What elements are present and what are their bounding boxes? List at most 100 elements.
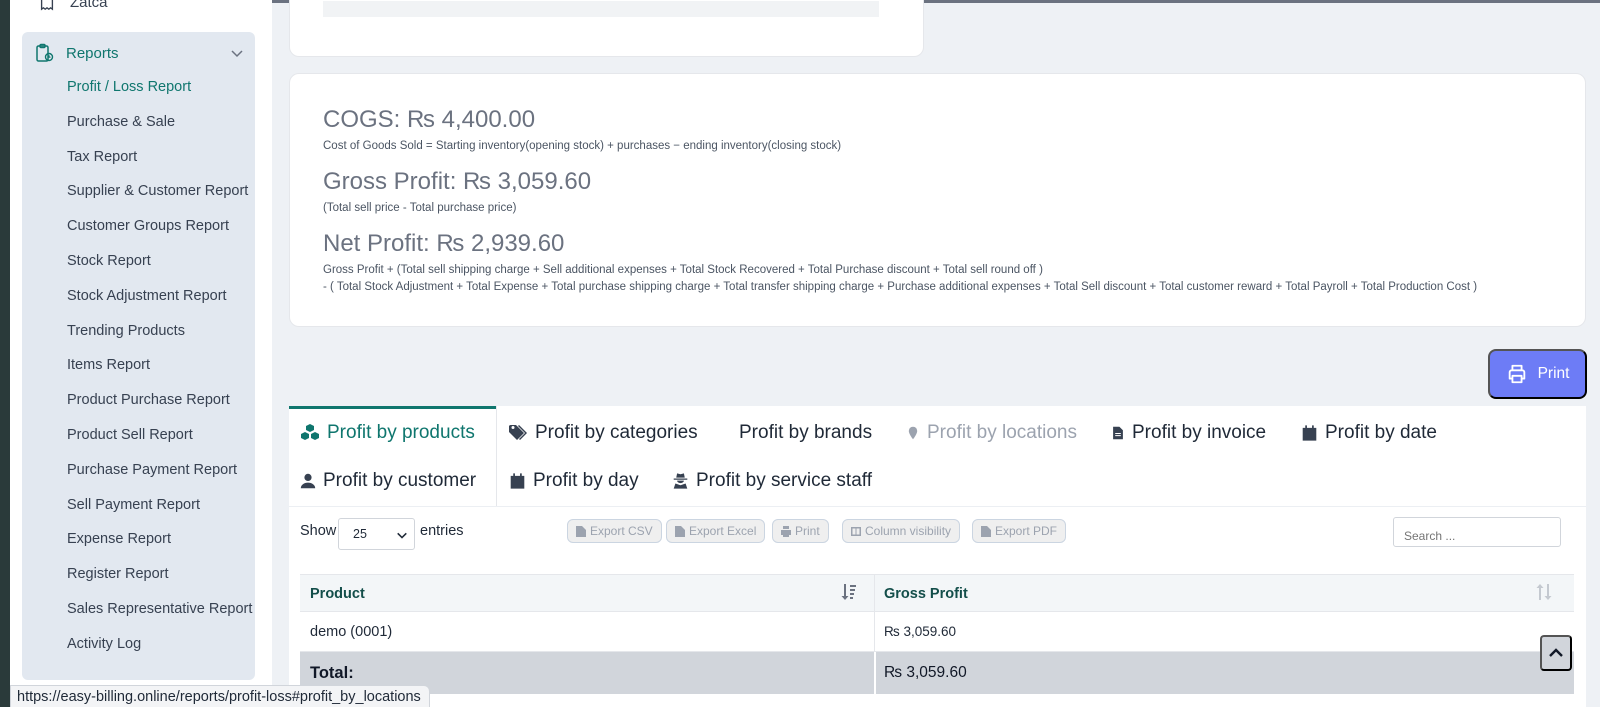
net-profit-formula-line1: Gross Profit + (Total sell shipping char… <box>323 264 1043 276</box>
sidebar-item-items-report[interactable]: Items Report <box>67 357 150 373</box>
gross-profit-formula: (Total sell price - Total purchase price… <box>323 202 517 214</box>
sort-icon[interactable] <box>1536 583 1552 601</box>
printer-icon <box>781 525 791 537</box>
column-visibility-button[interactable]: Column visibility <box>842 519 961 543</box>
page-size-value: 25 <box>353 527 367 541</box>
table-header-row: Product Gross Profit <box>300 574 1574 613</box>
tab-profit-by-service-staff[interactable]: Profit by service staff <box>672 470 872 492</box>
cogs-formula: Cost of Goods Sold = Starting inventory(… <box>323 140 842 152</box>
sort-amount-down-icon[interactable] <box>841 583 857 601</box>
sidebar-item-sales-representative-report[interactable]: Sales Representative Report <box>67 601 252 617</box>
search-input[interactable] <box>1393 517 1561 547</box>
previous-card <box>289 0 924 57</box>
sidebar-item-trending-products[interactable]: Trending Products <box>67 323 185 339</box>
column-header-gross-profit[interactable]: Gross Profit <box>884 586 968 602</box>
sidebar-item-product-sell-report[interactable]: Product Sell Report <box>67 427 193 443</box>
total-value: ₨ 3,059.60 <box>884 664 967 681</box>
sidebar-item-tax-report[interactable]: Tax Report <box>67 149 137 165</box>
tab-label: Profit by brands <box>739 422 873 443</box>
tab-profit-by-day[interactable]: Profit by day <box>509 470 639 492</box>
tab-profit-by-invoice[interactable]: Profit by invoice <box>1111 422 1266 444</box>
reports-group: Reports Profit / Loss Report Purchase & … <box>22 32 255 680</box>
sidebar-item-sell-payment-report[interactable]: Sell Payment Report <box>67 497 200 513</box>
file-invoice-icon <box>1113 426 1123 440</box>
sidebar-item-zatca[interactable]: Zatca <box>38 0 108 11</box>
calendar-icon <box>510 473 525 489</box>
gross-profit-value: Gross Profit: ₨ 3,059.60 <box>323 168 592 195</box>
file-pdf-icon <box>981 525 991 537</box>
reports-toggle[interactable]: Reports <box>34 41 244 65</box>
column-header-product[interactable]: Product <box>310 586 365 602</box>
tab-profit-by-date[interactable]: Profit by date <box>1301 422 1437 444</box>
total-label: Total: <box>310 664 354 682</box>
tab-profit-by-brands[interactable]: Profit by brands <box>739 422 872 444</box>
sidebar-item-product-purchase-report[interactable]: Product Purchase Report <box>67 392 230 408</box>
desktop-edge <box>0 0 10 707</box>
sidebar-item-expense-report[interactable]: Expense Report <box>67 531 171 547</box>
tab-label: Profit by date <box>1325 422 1437 443</box>
export-pdf-label: Export PDF <box>995 524 1058 538</box>
status-bar-url: https://easy-billing.online/reports/prof… <box>10 685 430 707</box>
sidebar-item-supplier-customer-report[interactable]: Supplier & Customer Report <box>67 183 248 199</box>
table-total-row: Total: ₨ 3,059.60 <box>300 652 1574 694</box>
active-tab-border <box>496 406 497 506</box>
entries-label: entries <box>420 523 464 539</box>
export-csv-label: Export CSV <box>590 524 653 538</box>
tab-profit-by-customer[interactable]: Profit by customer <box>300 470 476 492</box>
sidebar: Zatca Reports Profit / Loss Report Purch… <box>10 0 272 707</box>
export-print-button[interactable]: Print <box>772 519 829 543</box>
column-separator <box>874 612 875 652</box>
tabs-divider <box>289 506 1586 507</box>
cogs-value: COGS: ₨ 4,400.00 <box>323 106 536 133</box>
receipt-icon <box>40 0 54 11</box>
map-marker-icon <box>908 426 918 440</box>
printer-icon <box>1508 364 1525 384</box>
file-excel-icon <box>675 525 685 537</box>
net-profit-formula-line2: - ( Total Stock Adjustment + Total Expen… <box>323 281 1478 293</box>
tab-label: Profit by categories <box>535 422 698 443</box>
cell-product: demo (0001) <box>310 624 393 640</box>
tab-profit-by-products[interactable]: Profit by products <box>300 422 475 444</box>
profit-summary-card: COGS: ₨ 4,400.00 Cost of Goods Sold = St… <box>289 73 1586 327</box>
print-button-label: Print <box>1537 365 1570 382</box>
chevron-down-icon <box>397 532 407 539</box>
sidebar-item-activity-log[interactable]: Activity Log <box>67 636 141 652</box>
show-label: Show <box>300 523 337 539</box>
card-divider <box>323 1 879 17</box>
tab-label: Profit by invoice <box>1132 422 1267 443</box>
export-excel-label: Export Excel <box>689 524 757 538</box>
sidebar-item-purchase-sale[interactable]: Purchase & Sale <box>67 114 175 130</box>
sidebar-item-register-report[interactable]: Register Report <box>67 566 169 582</box>
export-csv-button[interactable]: Export CSV <box>567 519 662 543</box>
sidebar-item-profit-loss-report[interactable]: Profit / Loss Report <box>67 79 191 95</box>
scroll-to-top-button[interactable] <box>1540 635 1572 671</box>
sidebar-item-label: Zatca <box>70 0 108 11</box>
clipboard-report-icon <box>36 43 54 62</box>
user-secret-icon <box>673 473 688 489</box>
profit-tabs-panel: Profit by products Profit by categories … <box>289 406 1586 707</box>
tab-profit-by-categories[interactable]: Profit by categories <box>508 422 698 444</box>
tab-label: Profit by locations <box>927 422 1077 443</box>
column-separator <box>874 575 875 613</box>
sidebar-item-stock-report[interactable]: Stock Report <box>67 253 151 269</box>
sidebar-item-stock-adjustment-report[interactable]: Stock Adjustment Report <box>67 288 227 304</box>
cubes-icon <box>301 424 319 440</box>
tab-label: Profit by customer <box>323 470 477 491</box>
print-button[interactable]: Print <box>1488 349 1587 399</box>
tab-label: Profit by products <box>327 422 475 443</box>
sidebar-item-purchase-payment-report[interactable]: Purchase Payment Report <box>67 462 237 478</box>
file-csv-icon <box>576 525 586 537</box>
net-profit-value: Net Profit: ₨ 2,939.60 <box>323 230 565 257</box>
active-tab-indicator <box>289 406 497 409</box>
chevron-up-icon <box>1549 648 1563 657</box>
page-size-select[interactable]: 25 <box>338 518 415 550</box>
tab-label: Profit by day <box>533 470 639 491</box>
column-visibility-label: Column visibility <box>865 524 952 538</box>
calendar-icon <box>1302 425 1317 441</box>
column-separator <box>874 652 876 694</box>
tab-label: Profit by service staff <box>696 470 872 491</box>
tab-profit-by-locations[interactable]: Profit by locations <box>906 422 1077 444</box>
export-excel-button[interactable]: Export Excel <box>666 519 766 543</box>
export-pdf-button[interactable]: Export PDF <box>972 519 1067 543</box>
sidebar-item-customer-groups-report[interactable]: Customer Groups Report <box>67 218 229 234</box>
